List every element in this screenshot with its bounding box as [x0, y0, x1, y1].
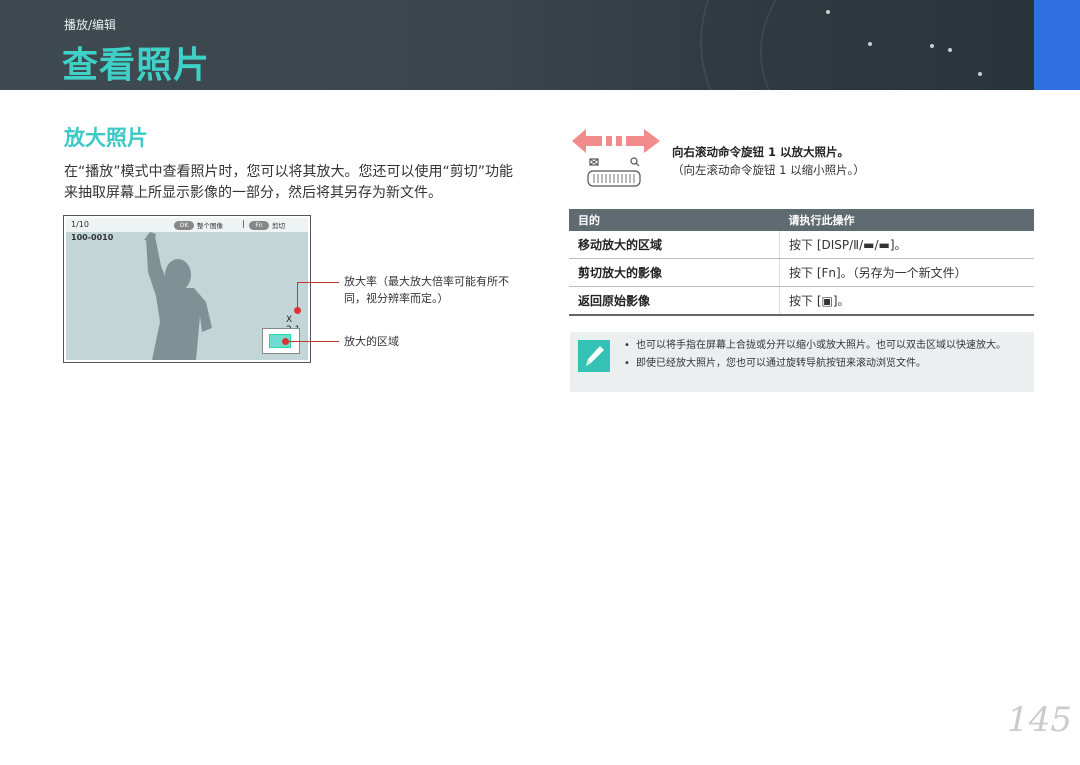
section-title: 放大照片 [64, 126, 148, 150]
chapter-header: 播放/编辑 查看照片 [0, 0, 1080, 90]
purpose-cell: 剪切放大的影像 [569, 258, 780, 287]
zoomed-area-callout: 放大的区域 [344, 335, 399, 348]
note-box: 也可以将手指在屏幕上合拢或分开以缩小或放大照片。也可以双击区域以快速放大。 即使… [570, 332, 1034, 392]
table-row: 返回原始影像 按下 [▣]。 [569, 286, 1034, 316]
decor-dot [826, 10, 830, 14]
table-row: 剪切放大的影像 按下 [Fn]。（另存为一个新文件） [569, 258, 1034, 287]
breadcrumb[interactable]: 播放/编辑 [64, 16, 116, 33]
operations-table: 目的 请执行此操作 移动放大的区域 按下 [DISP/Ⅱ/▬/▬]。 剪切放大的… [569, 209, 1034, 316]
note-item: 也可以将手指在屏幕上合拢或分开以缩小或放大照片。也可以双击区域以快速放大。 [624, 338, 1024, 353]
fn-button-icon: Fn [249, 221, 269, 230]
table-header-row: 目的 请执行此操作 [569, 209, 1034, 231]
column-header-purpose: 目的 [569, 209, 780, 231]
zoom-ratio-callout: 放大率（最大放大倍率可能有所不同，视分辨率而定。） [344, 275, 509, 305]
column-header-action: 请执行此操作 [779, 209, 1034, 231]
note-item: 即使已经放大照片，您也可以通过旋转导航按钮来滚动浏览文件。 [624, 356, 1024, 371]
ok-action-label: 整个图像 [197, 222, 223, 230]
command-dial-icon [572, 129, 660, 187]
action-cell: 按下 [▣]。 [779, 286, 1034, 316]
note-list: 也可以将手指在屏幕上合拢或分开以缩小或放大照片。也可以双击区域以快速放大。 即使… [624, 338, 1024, 374]
table-row: 移动放大的区域 按下 [DISP/Ⅱ/▬/▬]。 [569, 231, 1034, 259]
decor-dot [930, 44, 934, 48]
image-counter: 1/10 [71, 220, 89, 229]
action-cell: 按下 [DISP/Ⅱ/▬/▬]。 [779, 231, 1034, 259]
callout-marker [294, 307, 301, 314]
dial-instruction-main: 向右滚动命令旋钮 1 以放大照片。 [672, 145, 850, 159]
decor-swirl [760, 0, 1080, 90]
page-title: 查看照片 [62, 45, 211, 86]
decor-dot [948, 48, 952, 52]
purpose-cell: 返回原始影像 [569, 286, 780, 316]
pencil-icon [578, 340, 610, 372]
intro-paragraph: 在“播放”模式中查看照片时，您可以将其放大。您还可以使用“剪切”功能来抽取屏幕上… [64, 164, 514, 201]
fn-action-label: 剪切 [272, 222, 285, 230]
decor-dot [868, 42, 872, 46]
dial-instruction-sub: （向左滚动命令旋钮 1 以缩小照片。） [672, 163, 865, 177]
purpose-cell: 移动放大的区域 [569, 231, 780, 259]
page-number: 145 [1007, 700, 1072, 740]
decor-dot [978, 72, 982, 76]
callout-line [297, 282, 298, 308]
separator: | [242, 219, 245, 228]
ok-button-icon: OK [174, 221, 194, 230]
callout-line [297, 282, 339, 283]
chapter-tab[interactable] [1034, 0, 1080, 90]
callout-line [286, 341, 339, 342]
action-cell: 按下 [Fn]。（另存为一个新文件） [779, 258, 1034, 287]
